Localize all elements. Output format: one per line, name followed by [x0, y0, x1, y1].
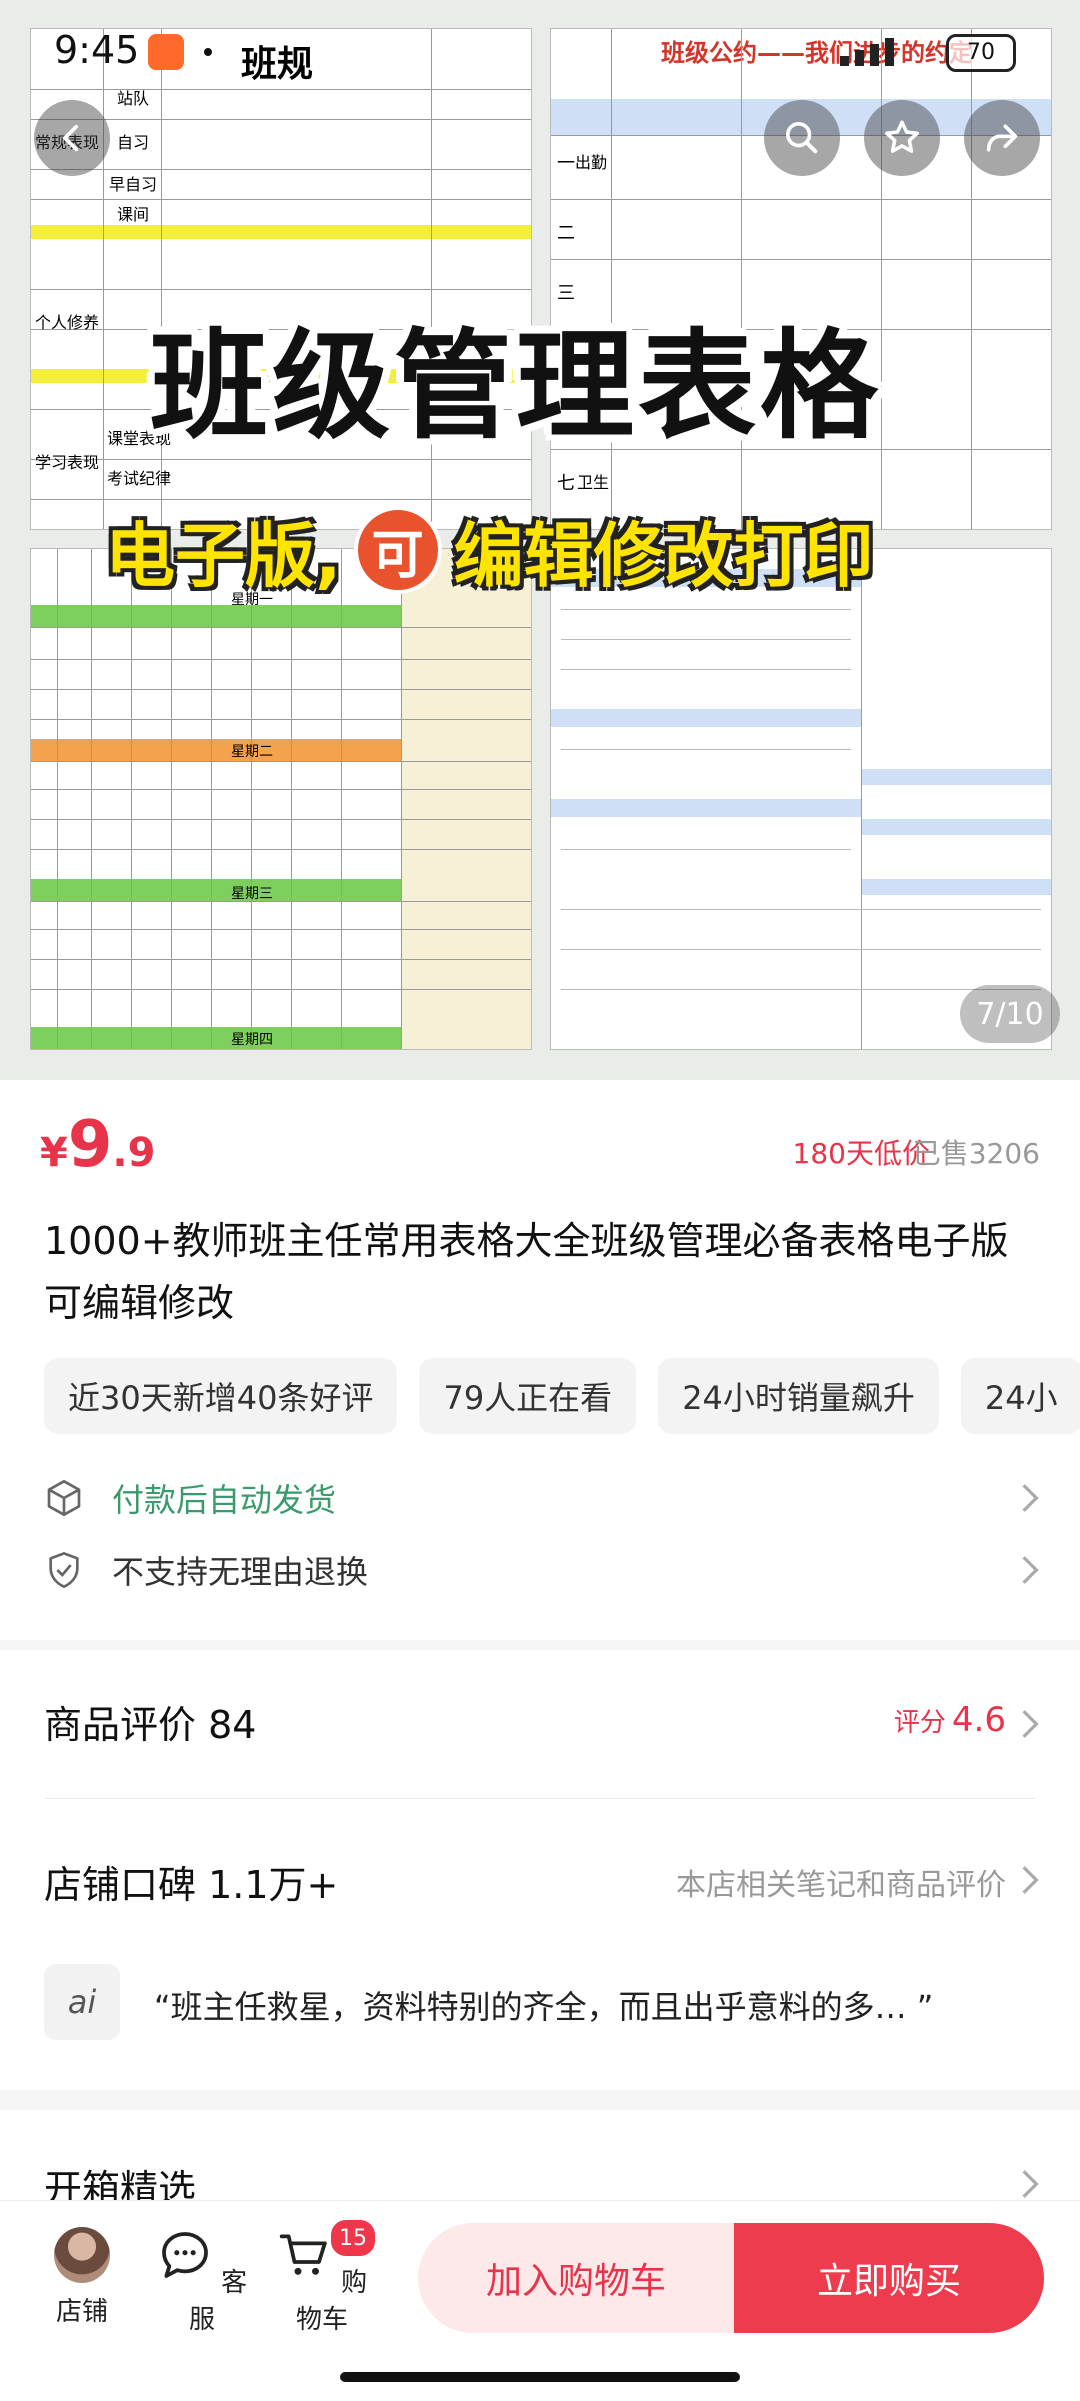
hero-overlay-subtitle: 电子版, 可 编辑修改打印 [105, 500, 874, 600]
star-icon [885, 120, 919, 153]
sheet-label: 卫生 [577, 473, 610, 492]
back-button[interactable] [34, 100, 110, 176]
service-auto-delivery[interactable]: 付款后自动发货 [44, 1468, 1040, 1528]
rating-label: 评分 [893, 1708, 946, 1738]
app-notification-icon [148, 34, 184, 70]
sheet-label: 个人修养 [35, 313, 100, 332]
signal-icon [840, 36, 920, 66]
chevron-right-icon [1022, 1556, 1039, 1584]
cube-icon [47, 1480, 81, 1516]
shop-tab[interactable]: 店铺 [32, 2221, 132, 2328]
reviews-row[interactable]: 商品评价 84 评分 4.6 [0, 1650, 1080, 1790]
chat-icon [161, 2232, 208, 2278]
hero-subtitle-part: 电子版, [105, 514, 342, 597]
sheet-label: 考试纪律 [107, 469, 172, 488]
avatar [54, 2227, 110, 2283]
search-icon [786, 121, 818, 154]
low-price-label: 180天低价 [792, 1137, 930, 1170]
service-no-return[interactable]: 不支持无理由退换 [44, 1540, 1040, 1600]
divider [44, 1798, 1036, 1799]
sheet-label: 星期四 [231, 1032, 273, 1048]
sheet-label: 七 [557, 473, 575, 494]
customer-service-tab[interactable]: 客服 [152, 2221, 252, 2336]
shop-tab-label: 店铺 [55, 2297, 108, 2327]
sheet-label: 二 [557, 223, 575, 244]
shop-reputation-link: 本店相关笔记和商品评价 [676, 1868, 1006, 1903]
cart-tab[interactable]: 购物车 15 [272, 2217, 378, 2336]
hero-overlay-title: 班级管理表格 [150, 317, 883, 455]
price-decimal: .9 [112, 1130, 156, 1176]
shop-quote[interactable]: “班主任救星，资料特别的齐全，而且出乎意料的多… ” [154, 1982, 933, 2028]
hero-subtitle-part: 编辑修改打印 [453, 514, 874, 597]
ai-badge: ai [44, 1964, 120, 2040]
search-button[interactable] [764, 100, 840, 176]
tag-chip[interactable]: 24小 [960, 1358, 1080, 1434]
shopping-cart-icon [279, 2234, 327, 2275]
tag-list: 近30天新增40条好评 79人正在看 24小时销量飙升 24小 [44, 1358, 1080, 1436]
chevron-left-icon [63, 124, 79, 152]
sheet-document [550, 548, 1052, 1050]
hero-subtitle-circle: 可 [353, 506, 442, 594]
reviews-section: 商品评价 84 评分 4.6 店铺口碑 1.1万+ 本店相关笔记和商品评价 ai… [0, 1650, 1080, 2090]
service-label: 不支持无理由退换 [112, 1553, 369, 1591]
service-label: 付款后自动发货 [112, 1481, 337, 1519]
product-image-carousel[interactable]: 班规 站队 常规表现 自习 早自习 课间 个人修养 学习表现 课堂表现 考试纪律… [0, 0, 1080, 1080]
product-title: 1000+教师班主任常用表格大全班级管理必备表格电子版可编辑修改 [44, 1219, 1009, 1325]
sheet-score: 星期一 星期二 星期三 星期四 [30, 548, 532, 1050]
buy-now-button[interactable]: 立即购买 [734, 2223, 1044, 2333]
rating-value: 4.6 [951, 1700, 1006, 1740]
shield-check-icon [49, 1552, 79, 1588]
chevron-right-icon [1022, 1484, 1039, 1512]
price-symbol: ¥ [40, 1130, 68, 1176]
reviews-title: 商品评价 84 [44, 1703, 257, 1747]
sheet-label: 星期三 [231, 886, 273, 902]
sheet-label: 一 [557, 153, 575, 174]
image-counter: 7/10 [960, 985, 1060, 1043]
product-info: ¥ 9 .9 180天低价 已售3206 1000+教师班主任常用表格大全班级管… [0, 1080, 1080, 1640]
rating: 评分 4.6 [894, 1700, 1006, 1740]
price: ¥ 9 .9 [40, 1108, 155, 1182]
sold-count: 已售3206 [912, 1137, 1040, 1170]
sheet-label: 星期二 [231, 744, 273, 760]
chevron-right-icon [1022, 2170, 1039, 2198]
add-to-cart-button[interactable]: 加入购物车 [418, 2223, 734, 2333]
notification-dot-icon [204, 48, 212, 56]
tag-chip[interactable]: 24小时销量飙升 [658, 1358, 939, 1434]
sheet-label: 学习表现 [35, 453, 100, 472]
share-button[interactable] [964, 100, 1040, 176]
shop-reputation-title: 店铺口碑 1.1万+ [44, 1863, 339, 1907]
favorite-button[interactable] [864, 100, 940, 176]
price-integer: 9 [67, 1108, 113, 1182]
bottom-action-bar: 店铺 客服 购物车 15 加入购物车 立即购买 [0, 2200, 1080, 2401]
status-bar: 9:45 70 [0, 0, 1080, 100]
sheet-label: 早自习 [109, 175, 158, 194]
share-icon [986, 124, 1018, 152]
battery-icon: 70 [946, 34, 1016, 72]
home-indicator[interactable] [340, 2372, 740, 2382]
tag-chip[interactable]: 79人正在看 [419, 1358, 637, 1434]
cart-count-badge: 15 [328, 2217, 378, 2259]
tag-chip[interactable]: 近30天新增40条好评 [44, 1358, 398, 1434]
sheet-label: 出勤 [575, 153, 608, 172]
sheet-label: 课间 [117, 205, 150, 224]
chevron-right-icon [1022, 1710, 1039, 1738]
chevron-right-icon [1022, 1866, 1039, 1894]
shop-reputation-row[interactable]: 店铺口碑 1.1万+ 本店相关笔记和商品评价 [0, 1800, 1080, 1920]
status-time: 9:45 [54, 28, 140, 72]
sheet-label: 自习 [117, 133, 150, 152]
